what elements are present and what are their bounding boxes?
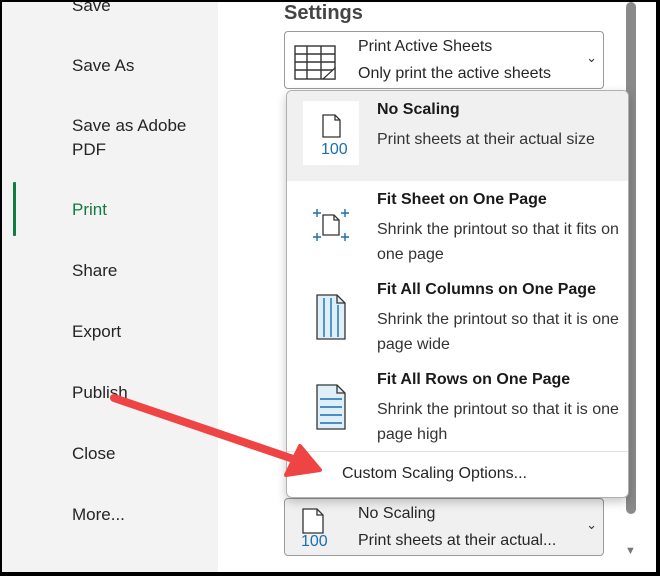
scaling-option-no-scaling[interactable]: 100 No Scaling Print sheets at their act… bbox=[287, 91, 628, 181]
scroll-down-arrow-icon[interactable]: ▼ bbox=[625, 545, 636, 557]
custom-scaling-options[interactable]: Custom Scaling Options... bbox=[342, 465, 527, 483]
no-scaling-icon-number: 100 bbox=[321, 141, 348, 158]
nav-print[interactable]: Print bbox=[72, 198, 107, 222]
nav-save-as[interactable]: Save As bbox=[72, 54, 134, 78]
scaling-menu: 100 No Scaling Print sheets at their act… bbox=[286, 90, 629, 498]
option-title: Fit Sheet on One Page bbox=[377, 191, 547, 208]
chevron-down-icon: ⌄ bbox=[586, 517, 597, 532]
nav-more[interactable]: More... bbox=[72, 503, 125, 527]
sheet-grid-icon bbox=[294, 45, 336, 80]
backstage-nav: Save Save As Save as Adobe PDF Print Sha… bbox=[2, 2, 218, 572]
nav-save-as-adobe-pdf[interactable]: Save as Adobe PDF bbox=[72, 114, 186, 162]
print-what-desc: Only print the active sheets bbox=[358, 65, 551, 82]
option-title: Fit All Rows on One Page bbox=[377, 371, 571, 388]
option-desc: Shrink the printout so that it is one pa… bbox=[377, 401, 619, 443]
nav-publish[interactable]: Publish bbox=[72, 381, 128, 405]
backstage-frame: Save Save As Save as Adobe PDF Print Sha… bbox=[2, 2, 656, 572]
fit-columns-icon bbox=[303, 281, 359, 345]
nav-save-as-adobe-pdf-line1: Save as Adobe bbox=[72, 116, 187, 135]
option-desc: Shrink the printout so that it is one pa… bbox=[377, 311, 619, 353]
active-indicator bbox=[13, 182, 16, 236]
scaling-option-fit-columns[interactable]: Fit All Columns on One Page Shrink the p… bbox=[287, 271, 628, 361]
nav-close[interactable]: Close bbox=[72, 442, 115, 466]
chevron-down-icon: ⌄ bbox=[586, 50, 597, 65]
nav-save[interactable]: Save bbox=[72, 2, 111, 18]
menu-divider bbox=[287, 451, 628, 452]
print-what-title: Print Active Sheets bbox=[358, 38, 493, 55]
fit-sheet-icon bbox=[303, 191, 359, 255]
scaling-title: No Scaling bbox=[358, 505, 436, 522]
scaling-icon-number: 100 bbox=[301, 533, 328, 550]
settings-heading: Settings bbox=[284, 2, 363, 24]
option-title: No Scaling bbox=[377, 101, 460, 118]
option-desc: Shrink the printout so that it fits on o… bbox=[377, 221, 619, 263]
fit-rows-icon bbox=[303, 371, 359, 435]
option-desc: Print sheets at their actual size bbox=[377, 131, 595, 148]
nav-export[interactable]: Export bbox=[72, 320, 121, 344]
page-100-icon: 100 bbox=[303, 101, 359, 165]
scaling-dropdown[interactable]: 100 No Scaling Print sheets at their act… bbox=[284, 498, 604, 556]
nav-save-as-adobe-pdf-line2: PDF bbox=[72, 140, 106, 159]
scaling-option-fit-rows[interactable]: Fit All Rows on One Page Shrink the prin… bbox=[287, 361, 628, 451]
option-title: Fit All Columns on One Page bbox=[377, 281, 596, 298]
scaling-option-fit-sheet[interactable]: Fit Sheet on One Page Shrink the printou… bbox=[287, 181, 628, 271]
nav-share[interactable]: Share bbox=[72, 259, 117, 283]
print-what-dropdown[interactable]: Print Active Sheets Only print the activ… bbox=[284, 31, 604, 89]
scaling-desc: Print sheets at their actual... bbox=[358, 532, 557, 549]
